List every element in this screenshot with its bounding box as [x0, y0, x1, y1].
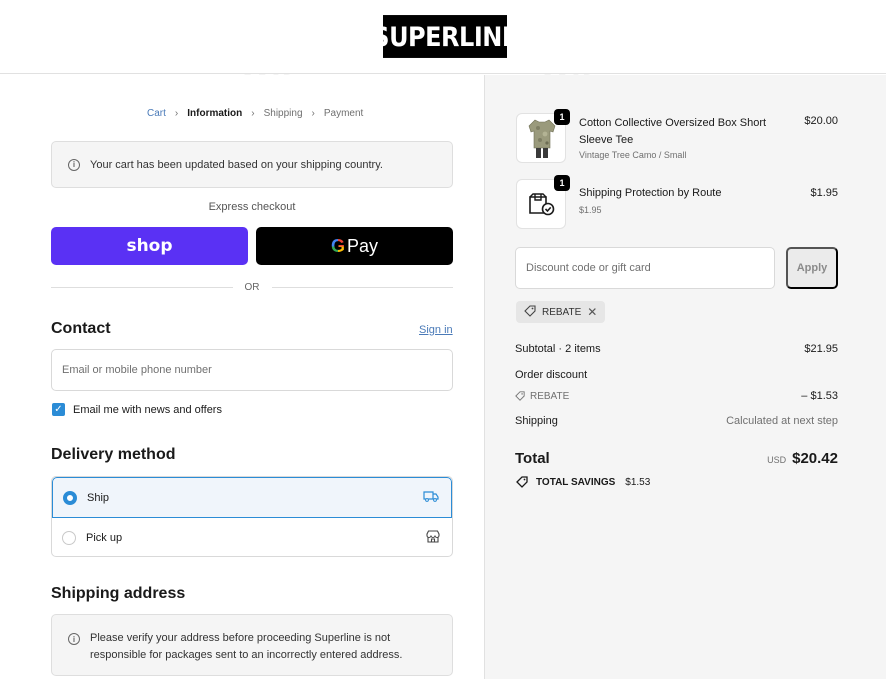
- google-pay-label: Pay: [346, 235, 379, 256]
- pickup-label: Pick up: [86, 532, 123, 544]
- subtotal-value: $21.95: [804, 343, 838, 355]
- breadcrumb-payment: Payment: [323, 108, 364, 119]
- savings-label: TOTAL SAVINGS: [536, 476, 616, 488]
- breadcrumb-shipping: Shipping: [263, 108, 303, 119]
- product-thumbnail: 1: [516, 109, 570, 163]
- discount-code-detail: REBATE: [515, 390, 569, 402]
- divider-line: [271, 286, 453, 288]
- total-row: Total USD $20.42: [515, 450, 838, 467]
- breadcrumb: Cart › Information › Shipping › Payment: [147, 108, 363, 119]
- pickup-radio[interactable]: [62, 531, 76, 545]
- tag-icon: [516, 476, 528, 488]
- shipping-address-title: Shipping address: [51, 585, 186, 602]
- info-icon: i: [68, 633, 80, 645]
- item-variant: $1.95: [579, 205, 602, 215]
- tag-icon: [515, 391, 525, 401]
- tshirt-image: [528, 119, 556, 158]
- email-field[interactable]: Email or mobile phone number: [51, 349, 453, 391]
- discount-code-input[interactable]: Discount code or gift card: [515, 247, 775, 289]
- divider-line: [51, 286, 233, 288]
- brand-logo[interactable]: SUPERLINE: [372, 15, 518, 58]
- contact-title: Contact: [51, 320, 111, 337]
- shop-pay-logo: shop: [126, 236, 173, 256]
- shipping-value: Calculated at next step: [726, 415, 838, 427]
- order-discount-label: Order discount: [515, 369, 588, 381]
- shipping-row: Shipping Calculated at next step: [515, 415, 838, 427]
- delivery-method-options: Ship Pick up: [51, 476, 453, 557]
- chevron-right-icon: ›: [174, 108, 179, 119]
- delivery-option-pickup[interactable]: Pick up: [52, 518, 452, 556]
- total-value-group: USD $20.42: [767, 450, 838, 467]
- delivery-option-ship[interactable]: Ship: [52, 477, 452, 518]
- truck-icon: [423, 490, 439, 505]
- newsletter-option[interactable]: ✓ Email me with news and offers: [52, 403, 222, 416]
- item-price: $20.00: [804, 115, 838, 127]
- remove-discount-icon[interactable]: ✕: [587, 305, 597, 319]
- cart-updated-notice: i Your cart has been updated based on yo…: [51, 141, 453, 188]
- address-verify-notice: i Please verify your address before proc…: [51, 614, 453, 676]
- newsletter-label: Email me with news and offers: [73, 403, 222, 416]
- line-item: 1 Shipping Protection by Route $1.95 $1.…: [516, 175, 838, 229]
- info-icon: i: [68, 158, 80, 171]
- discount-code-label: REBATE: [530, 390, 570, 402]
- header: SUPERLINE: [0, 0, 886, 74]
- subtotal-label: Subtotal · 2 items: [515, 343, 601, 355]
- quantity-badge: 1: [554, 109, 570, 125]
- or-divider: OR: [51, 281, 453, 293]
- package-check-icon: [529, 193, 555, 216]
- ship-label: Ship: [87, 491, 110, 504]
- total-currency: USD: [767, 455, 787, 465]
- apply-discount-button[interactable]: Apply: [786, 247, 838, 289]
- total-savings: TOTAL SAVINGS $1.53: [516, 476, 650, 488]
- google-g-icon: G: [330, 235, 345, 256]
- sign-in-link[interactable]: Sign in: [419, 324, 453, 336]
- applied-discount-chip: REBATE ✕: [516, 301, 606, 323]
- applied-code-label: REBATE: [542, 306, 582, 318]
- notice-text: Please verify your address before procee…: [90, 632, 403, 661]
- store-icon: [426, 530, 440, 546]
- express-checkout-label: Express checkout: [208, 201, 296, 213]
- discount-value: – $1.53: [801, 390, 838, 402]
- google-pay-button[interactable]: G Pay: [256, 227, 453, 265]
- discount-placeholder: Discount code or gift card: [526, 262, 651, 274]
- newsletter-checkbox[interactable]: ✓: [52, 403, 65, 416]
- savings-value: $1.53: [625, 476, 651, 488]
- line-item: 1 Cotton Collective Oversized Box Short …: [516, 109, 838, 168]
- quantity-badge: 1: [554, 175, 570, 191]
- tag-icon: [524, 304, 536, 320]
- total-amount: $20.42: [792, 450, 838, 467]
- item-name: Cotton Collective Oversized Box Short Sl…: [579, 117, 767, 146]
- email-placeholder: Email or mobile phone number: [62, 364, 212, 376]
- discount-code-row: REBATE – $1.53: [515, 390, 838, 402]
- total-label: Total: [515, 450, 550, 467]
- subtotal-row: Subtotal · 2 items $21.95: [515, 343, 838, 355]
- or-label: OR: [244, 281, 260, 293]
- breadcrumb-cart[interactable]: Cart: [147, 108, 166, 119]
- ship-radio[interactable]: [63, 490, 77, 505]
- shop-pay-button[interactable]: shop: [51, 227, 248, 265]
- item-variant: Vintage Tree Camo / Small: [579, 150, 687, 160]
- chevron-right-icon: ›: [251, 108, 255, 119]
- item-name: Shipping Protection by Route: [579, 187, 722, 199]
- shipping-label: Shipping: [515, 415, 558, 427]
- item-price: $1.95: [810, 187, 838, 199]
- notice-text: Your cart has been updated based on your…: [90, 158, 383, 171]
- breadcrumb-information: Information: [187, 108, 243, 119]
- delivery-method-title: Delivery method: [51, 446, 176, 463]
- chevron-right-icon: ›: [311, 108, 315, 119]
- product-thumbnail: 1: [516, 175, 570, 229]
- order-discount-row: Order discount: [515, 369, 838, 381]
